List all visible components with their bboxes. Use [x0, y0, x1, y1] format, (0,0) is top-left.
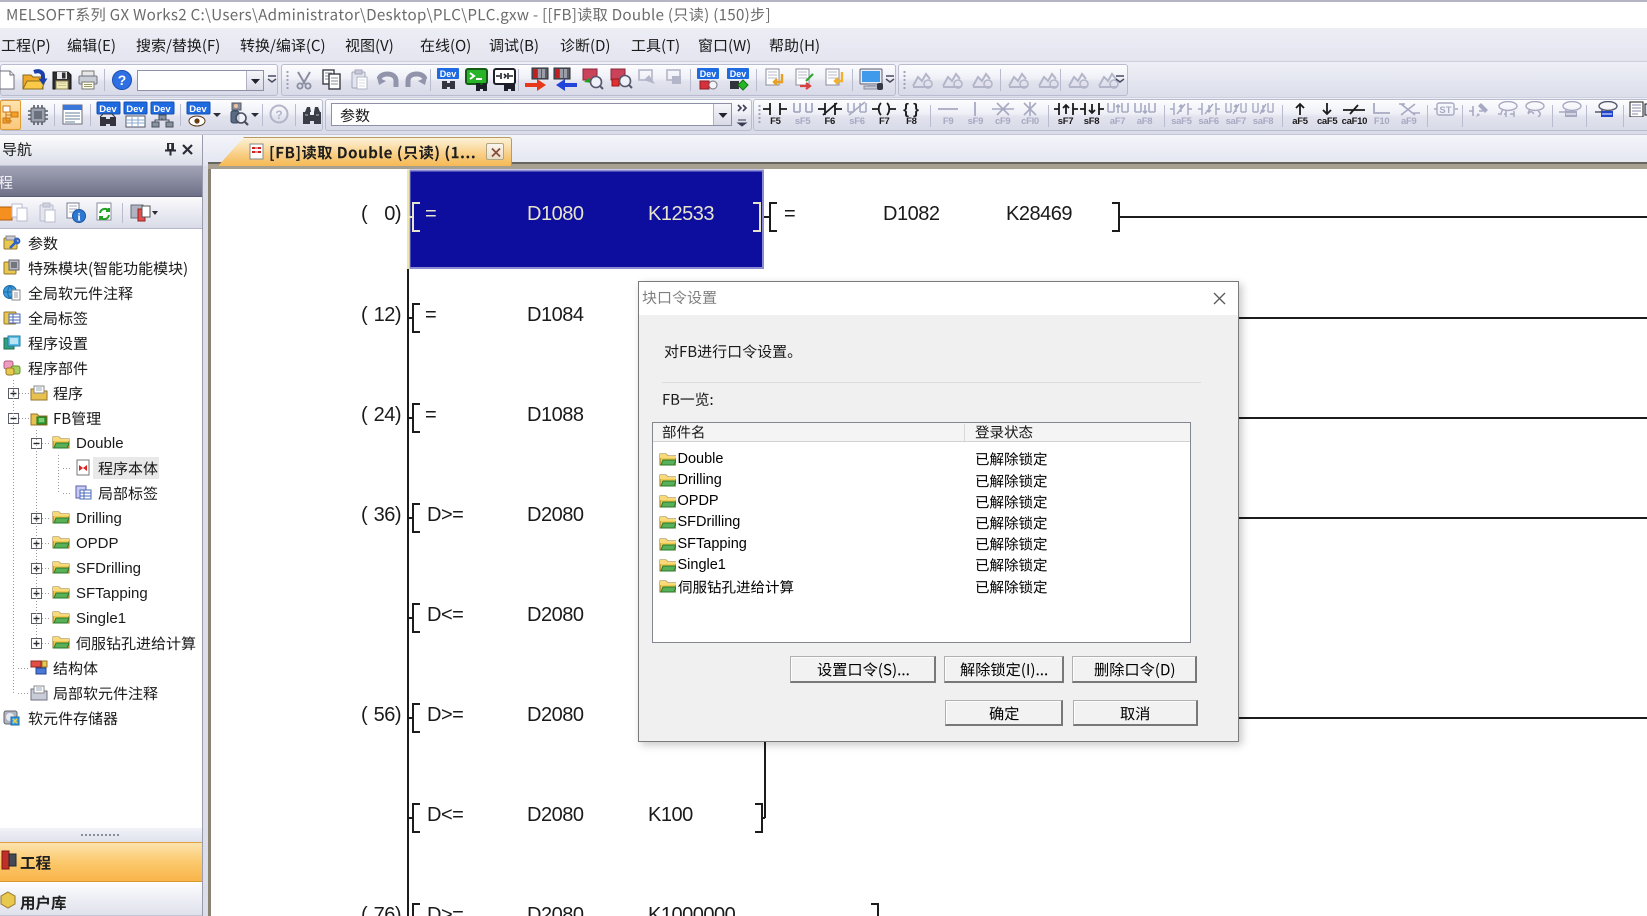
svg-text:D1084: D1084	[527, 304, 584, 326]
svg-text:(: (	[361, 304, 368, 326]
svg-text:(: (	[361, 203, 368, 225]
svg-text:36): 36)	[374, 504, 401, 526]
svg-text:K1000000: K1000000	[648, 904, 736, 916]
svg-text:=: =	[425, 203, 436, 225]
svg-text:(: (	[361, 504, 368, 526]
svg-text:=: =	[784, 203, 795, 225]
svg-text:D>=: D>=	[427, 704, 463, 726]
svg-text:D2080: D2080	[527, 504, 584, 526]
svg-text:0): 0)	[384, 203, 401, 225]
svg-text:56): 56)	[374, 704, 401, 726]
svg-text:(: (	[361, 904, 368, 916]
svg-text:K12533: K12533	[648, 203, 714, 225]
svg-text:D1088: D1088	[527, 404, 584, 426]
svg-text:K100: K100	[648, 804, 693, 826]
svg-text:D2080: D2080	[527, 604, 584, 626]
svg-text:D2080: D2080	[527, 804, 584, 826]
svg-text:D>=: D>=	[427, 904, 463, 916]
svg-text:D<=: D<=	[427, 804, 463, 826]
svg-text:76): 76)	[374, 904, 401, 916]
svg-text:=: =	[425, 304, 436, 326]
svg-text:12): 12)	[374, 304, 401, 326]
svg-text:D>=: D>=	[427, 504, 463, 526]
svg-text:D2080: D2080	[527, 904, 584, 916]
svg-text:D<=: D<=	[427, 604, 463, 626]
svg-text:(: (	[361, 404, 368, 426]
svg-text:=: =	[425, 404, 436, 426]
svg-text:K28469: K28469	[1006, 203, 1072, 225]
svg-text:(: (	[361, 704, 368, 726]
svg-text:D2080: D2080	[527, 704, 584, 726]
svg-text:D1080: D1080	[527, 203, 584, 225]
svg-text:24): 24)	[374, 404, 401, 426]
svg-text:D1082: D1082	[883, 203, 940, 225]
